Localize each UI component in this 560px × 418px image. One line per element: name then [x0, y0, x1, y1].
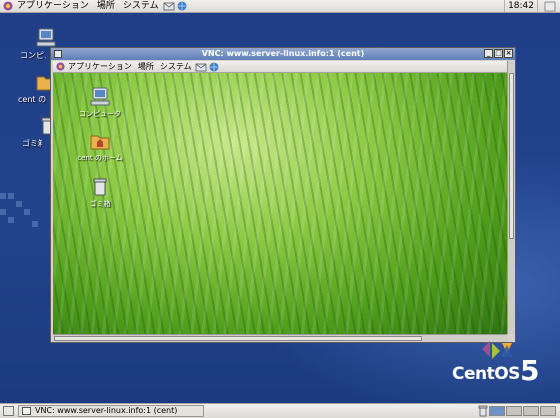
vertical-scrollbar[interactable]	[507, 61, 515, 334]
workspace-2[interactable]	[506, 406, 522, 416]
remote-icon-label: cent のホーム	[77, 154, 123, 162]
bottom-panel: VNC: www.server-linux.info:1 (cent)	[0, 403, 560, 418]
vnc-window-title: VNC: www.server-linux.info:1 (cent)	[201, 49, 365, 58]
remote-desktop-view[interactable]: アプリケーション 場所 システム コンピュータ cent のホーム ゴミ箱	[53, 61, 507, 334]
vnc-window[interactable]: VNC: www.server-linux.info:1 (cent) _ □ …	[50, 47, 516, 343]
workspace-switcher[interactable]	[489, 406, 556, 416]
horizontal-scroll-thumb[interactable]	[54, 336, 422, 341]
menu-places[interactable]: 場所	[93, 0, 119, 12]
remote-icon-label: コンピュータ	[79, 110, 121, 118]
remote-icon-label: ゴミ箱	[89, 200, 111, 208]
speaker-icon[interactable]	[544, 1, 556, 12]
vnc-titlebar[interactable]: VNC: www.server-linux.info:1 (cent) _ □ …	[51, 48, 515, 60]
desktop-icon-label: cent のホーム	[18, 95, 46, 104]
desktop-icon-label: ゴミ箱	[22, 139, 42, 148]
remote-icon-home[interactable]: cent のホーム	[75, 131, 125, 163]
show-desktop-icon[interactable]	[3, 406, 14, 416]
centos-logo-mark-icon	[482, 341, 513, 359]
centos-logo-text: CentOS	[452, 364, 520, 384]
computer-icon	[90, 87, 110, 106]
computer-icon	[36, 28, 56, 47]
remote-email-icon[interactable]	[195, 62, 207, 72]
remote-icon-trash[interactable]: ゴミ箱	[77, 177, 123, 209]
remote-browser-icon[interactable]	[209, 62, 219, 72]
workspace-1[interactable]	[489, 406, 505, 416]
applications-menu-icon[interactable]	[3, 1, 13, 11]
vnc-window-icon	[22, 407, 31, 415]
taskbar-item-label: VNC: www.server-linux.info:1 (cent)	[35, 406, 178, 415]
menu-system[interactable]: システム	[119, 0, 163, 12]
top-panel: アプリケーション 場所 システム 18:42	[0, 0, 560, 13]
menu-applications[interactable]: アプリケーション	[13, 0, 93, 12]
remote-menu-system[interactable]: システム	[157, 61, 195, 72]
home-folder-icon	[90, 135, 110, 150]
email-launcher-icon[interactable]	[163, 1, 175, 11]
horizontal-scrollbar[interactable]	[53, 334, 507, 342]
trash-icon	[93, 178, 107, 196]
centos-version: 5	[520, 354, 540, 387]
workspace-3[interactable]	[523, 406, 539, 416]
window-menu-icon[interactable]	[54, 50, 62, 58]
remote-menu-places[interactable]: 場所	[135, 61, 157, 72]
remote-top-panel: アプリケーション 場所 システム	[53, 61, 507, 73]
panel-clock[interactable]: 18:42	[504, 0, 538, 12]
remote-menu-applications[interactable]: アプリケーション	[65, 61, 135, 72]
close-button[interactable]: ×	[504, 49, 513, 58]
workspace-4[interactable]	[540, 406, 556, 416]
remote-icon-computer[interactable]: コンピュータ	[77, 87, 123, 119]
centos-logo: CentOS 5	[452, 354, 539, 387]
web-browser-launcher-icon[interactable]	[177, 1, 187, 11]
minimize-button[interactable]: _	[484, 49, 493, 58]
panel-trash-icon[interactable]	[478, 405, 488, 417]
taskbar-item-vnc[interactable]: VNC: www.server-linux.info:1 (cent)	[18, 405, 204, 417]
vertical-scroll-thumb[interactable]	[509, 73, 514, 239]
maximize-button[interactable]: □	[494, 49, 503, 58]
remote-applications-icon[interactable]	[56, 62, 65, 71]
desktop-icon-label: コンピュータ	[20, 51, 46, 60]
